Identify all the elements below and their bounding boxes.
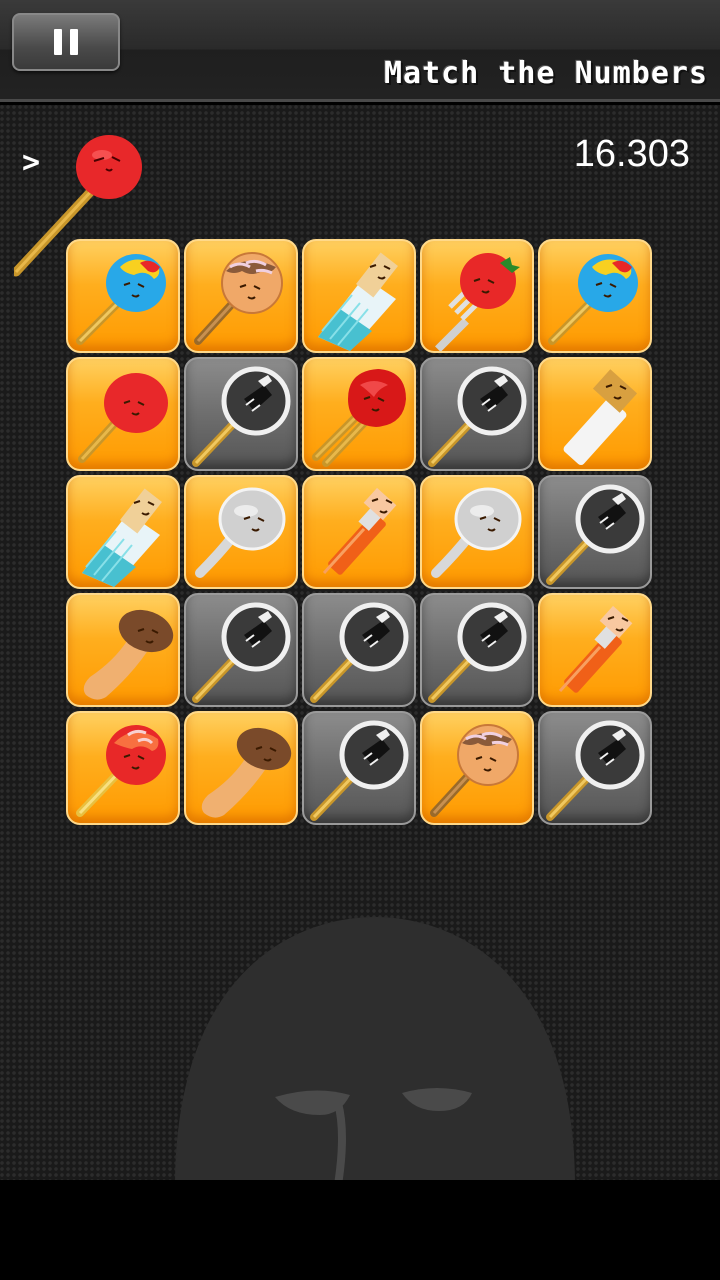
tile-grid xyxy=(66,239,652,825)
mirror-empty-icon xyxy=(428,366,527,467)
ice-pop-icon xyxy=(82,488,162,587)
tile-0-0[interactable] xyxy=(66,239,180,353)
tile-2-3[interactable] xyxy=(420,475,534,589)
tile-2-0[interactable] xyxy=(66,475,180,589)
nav-bar-area xyxy=(0,1180,720,1280)
red-ball-icon xyxy=(78,373,168,463)
tile-3-2[interactable] xyxy=(302,593,416,707)
tile-4-2[interactable] xyxy=(302,711,416,825)
orange-stick-icon xyxy=(322,487,397,575)
tile-2-1[interactable] xyxy=(184,475,298,589)
takoyaki-icon xyxy=(430,724,519,817)
tile-3-3[interactable] xyxy=(420,593,534,707)
tile-4-4[interactable] xyxy=(538,711,652,825)
tile-2-2[interactable] xyxy=(302,475,416,589)
tile-1-0[interactable] xyxy=(66,357,180,471)
mushroom-icon xyxy=(83,609,174,700)
tile-4-3[interactable] xyxy=(420,711,534,825)
ice-pop-icon xyxy=(318,252,398,351)
mushroom-icon xyxy=(201,727,292,818)
tile-2-4[interactable] xyxy=(538,475,652,589)
takoyaki-icon xyxy=(194,252,283,345)
pause-button[interactable] xyxy=(12,13,120,71)
tile-0-4[interactable] xyxy=(538,239,652,353)
tile-3-0[interactable] xyxy=(66,593,180,707)
tile-1-3[interactable] xyxy=(420,357,534,471)
blue-candy-icon xyxy=(76,254,166,345)
timer: 16.303 xyxy=(573,133,690,175)
tile-3-1[interactable] xyxy=(184,593,298,707)
tile-3-4[interactable] xyxy=(538,593,652,707)
pause-icon xyxy=(54,29,62,55)
tile-1-4[interactable] xyxy=(538,357,652,471)
tile-1-2[interactable] xyxy=(302,357,416,471)
white-stick-icon xyxy=(563,369,638,466)
orange-stick-icon xyxy=(558,605,633,693)
blue-candy-icon xyxy=(548,254,638,345)
tile-4-1[interactable] xyxy=(184,711,298,825)
red-lollipop-icon xyxy=(312,369,406,467)
mirror-empty-icon xyxy=(546,720,645,821)
top-bar: Match the Numbers xyxy=(0,0,720,102)
tile-4-0[interactable] xyxy=(66,711,180,825)
silver-spoon-icon xyxy=(431,487,522,578)
playfield: > 16.303 xyxy=(0,105,720,1180)
ghost-character-icon xyxy=(175,917,575,1180)
tile-0-3[interactable] xyxy=(420,239,534,353)
tile-0-2[interactable] xyxy=(302,239,416,353)
red-candy-icon xyxy=(76,725,166,817)
mirror-empty-icon xyxy=(192,366,291,467)
game-title: Match the Numbers xyxy=(383,56,708,91)
mirror-empty-icon xyxy=(192,602,291,703)
mirror-empty-icon xyxy=(310,720,409,821)
tomato-fork-icon xyxy=(435,253,520,351)
tile-0-1[interactable] xyxy=(184,239,298,353)
mirror-empty-icon xyxy=(428,602,527,703)
mirror-empty-icon xyxy=(546,484,645,585)
silver-spoon-icon xyxy=(195,487,286,578)
mirror-empty-icon xyxy=(310,602,409,703)
tile-1-1[interactable] xyxy=(184,357,298,471)
